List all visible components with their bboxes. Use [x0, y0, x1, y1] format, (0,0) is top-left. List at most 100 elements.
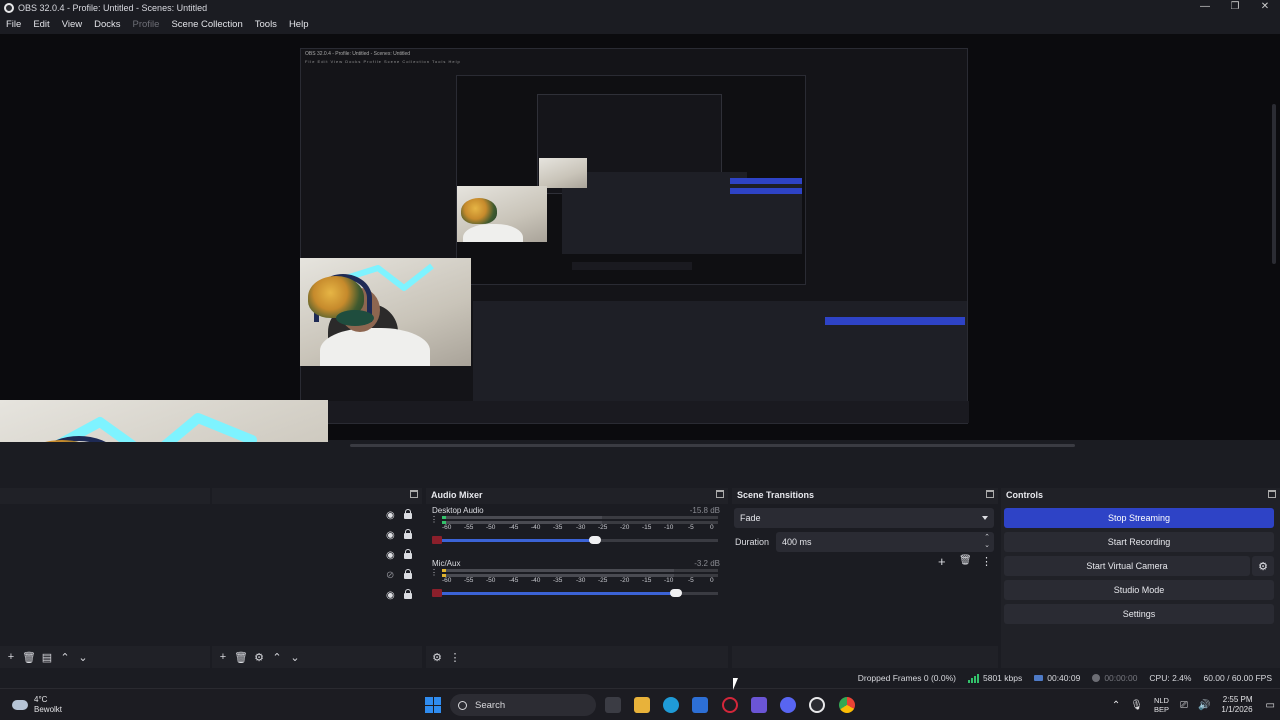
- discord-icon[interactable]: [780, 697, 796, 713]
- undock-icon[interactable]: [1268, 490, 1276, 498]
- menu-scene-collection[interactable]: Scene Collection: [165, 19, 248, 30]
- chevron-up-icon[interactable]: ⌃: [1112, 700, 1120, 711]
- notification-icon[interactable]: ▭: [1266, 700, 1275, 711]
- window-controls: — ❐ ✕: [1190, 0, 1280, 16]
- source-row[interactable]: ◉: [0, 526, 420, 546]
- chrome-icon[interactable]: [839, 697, 855, 713]
- store-icon[interactable]: [692, 697, 708, 713]
- audio-mixer-header: Audio Mixer: [426, 488, 728, 502]
- system-tray: ⌃ 🎙 NLD BEP ⎚ 🔊 2:55 PM 1/1/2026 ▭: [1107, 689, 1280, 720]
- stream-time-item: 00:40:09: [1034, 673, 1080, 683]
- lock-icon[interactable]: [404, 589, 412, 599]
- volume-icon[interactable]: 🔊: [1198, 700, 1210, 711]
- minimize-button[interactable]: —: [1190, 0, 1220, 16]
- channel-menu-icon[interactable]: ⋮: [430, 516, 438, 524]
- weather-widget[interactable]: 4°C Bewolkt: [12, 695, 62, 715]
- menu-view[interactable]: View: [56, 19, 88, 30]
- audio-mixer-body: Desktop Audio -15.8 dB ⋮ -60 -55 -50 -45 -40…: [426, 504, 728, 646]
- volume-handle[interactable]: [589, 536, 601, 544]
- menu-file[interactable]: File: [0, 19, 27, 30]
- file-explorer-icon[interactable]: [634, 697, 650, 713]
- record-time-item: 00:00:00: [1092, 673, 1137, 683]
- studio-mode-button[interactable]: Studio Mode: [1004, 580, 1274, 600]
- transition-select[interactable]: Fade: [734, 508, 994, 528]
- move-scene-up-icon[interactable]: ⌃: [58, 650, 72, 664]
- eye-icon[interactable]: ◉: [386, 550, 395, 561]
- undock-icon[interactable]: [986, 490, 994, 498]
- obs-taskbar-icon[interactable]: [809, 697, 825, 713]
- sources-list[interactable]: ◉ ◉ ◉ ⊘ ◉: [212, 504, 422, 646]
- advanced-audio-icon[interactable]: ⚙: [430, 650, 444, 664]
- eye-icon[interactable]: ◉: [386, 590, 395, 601]
- start-virtual-camera-button[interactable]: Start Virtual Camera: [1004, 556, 1250, 576]
- eye-slash-icon[interactable]: ⊘: [386, 570, 394, 581]
- taskbar-search[interactable]: Search: [450, 694, 596, 716]
- restore-button[interactable]: ❐: [1220, 0, 1250, 16]
- eye-icon[interactable]: ◉: [386, 530, 395, 541]
- stop-streaming-button[interactable]: Stop Streaming: [1004, 508, 1274, 528]
- clock[interactable]: 2:55 PM 1/1/2026: [1221, 695, 1252, 715]
- preview-vertical-scrollbar[interactable]: [1272, 104, 1276, 264]
- move-source-down-icon[interactable]: ⌄: [288, 650, 302, 664]
- edge-icon[interactable]: [663, 697, 679, 713]
- cloud-icon: [12, 700, 28, 710]
- move-source-up-icon[interactable]: ⌃: [270, 650, 284, 664]
- eye-icon[interactable]: ◉: [386, 510, 395, 521]
- menu-help[interactable]: Help: [283, 19, 315, 30]
- add-scene-icon[interactable]: +: [4, 650, 18, 664]
- gear-icon[interactable]: ⚙: [1252, 556, 1274, 576]
- windows-start-icon[interactable]: [425, 697, 441, 713]
- task-view-icon[interactable]: [605, 697, 621, 713]
- nested-preview-2: [456, 75, 806, 285]
- controls-header: Controls: [1001, 488, 1280, 502]
- scrollbar-thumb[interactable]: [350, 444, 1075, 447]
- volume-slider[interactable]: [442, 536, 718, 544]
- lock-icon[interactable]: [404, 569, 412, 579]
- duration-input[interactable]: 400 ms ⌃ ⌄: [776, 532, 994, 552]
- remove-source-icon[interactable]: 🗑: [234, 650, 248, 664]
- language-indicator[interactable]: NLD BEP: [1154, 696, 1169, 714]
- menu-docks[interactable]: Docks: [88, 19, 126, 30]
- add-transition-icon[interactable]: +: [938, 554, 946, 569]
- volume-handle[interactable]: [670, 589, 682, 597]
- channel-menu-icon[interactable]: ⋮: [430, 569, 438, 577]
- spin-arrows-icon[interactable]: ⌃ ⌄: [984, 534, 990, 550]
- sources-dock: ◉ ◉ ◉ ⊘ ◉ + 🗑 ⚙ ⌃ ⌄: [212, 488, 422, 668]
- menu-profile[interactable]: Profile: [127, 19, 166, 30]
- lock-icon[interactable]: [404, 549, 412, 559]
- mixer-menu-icon[interactable]: ⋮: [448, 650, 462, 664]
- network-icon[interactable]: ⎚: [1180, 700, 1188, 711]
- microphone-icon[interactable]: 🎙: [1130, 700, 1143, 711]
- opera-icon[interactable]: [722, 697, 738, 713]
- transition-menu-icon[interactable]: ⋮: [981, 555, 992, 568]
- source-row[interactable]: ◉: [0, 586, 420, 606]
- move-scene-down-icon[interactable]: ⌄: [76, 650, 90, 664]
- remove-transition-icon[interactable]: 🗑: [959, 555, 972, 566]
- mute-button[interactable]: [432, 589, 442, 597]
- window-title: OBS 32.0.4 - Profile: Untitled - Scenes:…: [18, 3, 208, 13]
- start-recording-button[interactable]: Start Recording: [1004, 532, 1274, 552]
- source-row[interactable]: ⊘: [0, 566, 420, 586]
- preview-canvas[interactable]: OBS 32.0.4 - Profile: Untitled - Scenes:…: [0, 34, 1280, 608]
- nested-menu: File Edit View Docks Profile Scene Colle…: [305, 59, 461, 64]
- nested-taskbar: [301, 401, 969, 423]
- volume-slider[interactable]: [442, 589, 718, 597]
- scene-filters-icon[interactable]: ▤: [40, 650, 54, 664]
- lock-icon[interactable]: [404, 529, 412, 539]
- lock-icon[interactable]: [404, 509, 412, 519]
- source-row[interactable]: ◉: [0, 546, 420, 566]
- undock-icon[interactable]: [410, 490, 418, 498]
- menu-edit[interactable]: Edit: [27, 19, 55, 30]
- preview-horizontal-scrollbar[interactable]: [0, 442, 1280, 450]
- db-scale: -60 -55 -50 -45 -40 -35 -30 -25 -20 -15 -10 -5 0: [442, 524, 714, 531]
- remove-scene-icon[interactable]: 🗑: [22, 650, 36, 664]
- add-source-icon[interactable]: +: [216, 650, 230, 664]
- source-row[interactable]: ◉: [0, 506, 420, 526]
- undock-icon[interactable]: [716, 490, 724, 498]
- mute-button[interactable]: [432, 536, 442, 544]
- menu-tools[interactable]: Tools: [249, 19, 283, 30]
- app-icon[interactable]: [751, 697, 767, 713]
- source-properties-icon[interactable]: ⚙: [252, 650, 266, 664]
- close-button[interactable]: ✕: [1250, 0, 1280, 16]
- settings-button[interactable]: Settings: [1004, 604, 1274, 624]
